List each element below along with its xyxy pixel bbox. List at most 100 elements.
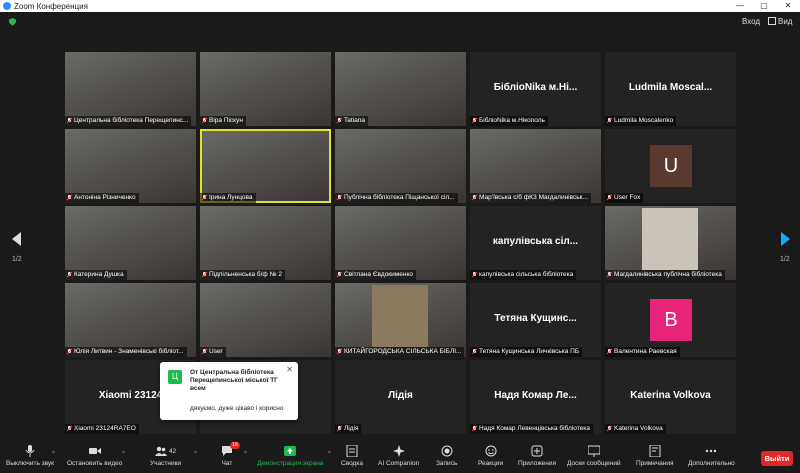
- more-button[interactable]: Дополнительно: [688, 445, 735, 467]
- close-notification-icon[interactable]: ✕: [286, 365, 293, 374]
- chat-label: Чат: [221, 460, 233, 467]
- participant-tile[interactable]: Мар'ївська с/б фКЗ Магдалинівськ...: [470, 129, 601, 203]
- participant-nameplate: Xiaomi 23124RA7EO: [65, 424, 139, 434]
- microphone-icon: [25, 445, 35, 457]
- participant-nameplate: Ludmila Moscalenko: [605, 116, 677, 126]
- reactions-button[interactable]: Реакции: [478, 445, 503, 467]
- participant-tile[interactable]: Ірина Лунцова: [200, 129, 331, 203]
- apps-label: Приложения: [518, 460, 557, 467]
- participant-nameplate: Магдалинівська публічна бібліотека: [605, 270, 725, 280]
- stop-video-button[interactable]: Остановить видео: [67, 445, 122, 467]
- participant-tile[interactable]: Центральна бібліотека Перещепинс...: [65, 52, 196, 126]
- notes-button[interactable]: Примечания: [636, 445, 674, 467]
- prev-page-icon[interactable]: [12, 232, 22, 246]
- participant-tile[interactable]: БібліоNika м.Ні... БібліоNika м.Нікополь: [470, 52, 601, 126]
- close-icon[interactable]: ✕: [776, 0, 800, 12]
- view-button[interactable]: Вид: [768, 17, 792, 26]
- next-page-icon[interactable]: [780, 232, 790, 246]
- participant-tile[interactable]: КИТАЙГОРОДСЬКА СІЛЬСЬКА БІБЛІ...: [335, 283, 466, 357]
- participant-name: Tatiana: [344, 117, 365, 124]
- participants-options-chevron-icon[interactable]: ^: [194, 451, 197, 457]
- whiteboards-button[interactable]: Доски сообщений: [567, 445, 621, 467]
- share-screen-label: Демонстрация экрана: [257, 460, 324, 467]
- muted-microphone-icon: [67, 426, 72, 432]
- minimize-icon[interactable]: —: [728, 0, 752, 12]
- view-grid-icon: [768, 17, 776, 25]
- participant-tile[interactable]: Лідія Лідія: [335, 360, 466, 434]
- chat-unread-badge: 16: [230, 442, 241, 449]
- muted-microphone-icon: [67, 195, 72, 201]
- muted-microphone-icon: [472, 426, 477, 432]
- participant-tile[interactable]: Tatiana: [335, 52, 466, 126]
- muted-microphone-icon: [472, 272, 477, 278]
- sparkle-icon: [392, 445, 405, 457]
- participants-button[interactable]: 42 Участники: [150, 445, 181, 467]
- smiley-icon: [485, 445, 497, 457]
- participant-tile[interactable]: Тетяна Кущинс... Тетяна Кущинська Личківс…: [470, 283, 601, 357]
- participant-tile[interactable]: Магдалинівська публічна бібліотека: [605, 206, 736, 280]
- chat-options-chevron-icon[interactable]: ^: [244, 451, 247, 457]
- participant-tile[interactable]: B Валентина Раевская: [605, 283, 736, 357]
- participant-tile[interactable]: Катерина Душка: [65, 206, 196, 280]
- meeting-toolbar: Выключить звук ^ Остановить видео ^ 42 У…: [0, 442, 800, 473]
- signin-link[interactable]: Вход: [742, 17, 760, 26]
- participant-tile[interactable]: Юлія Литвин - Знаменівські бібліот...: [65, 283, 196, 357]
- participant-tile[interactable]: Публічна бібліотека Піщанської сіл...: [335, 129, 466, 203]
- participant-photo: [642, 208, 698, 270]
- apps-button[interactable]: Приложения: [518, 445, 556, 467]
- video-camera-icon: [88, 448, 101, 454]
- summary-button[interactable]: Сводка: [341, 445, 363, 467]
- participant-display-name: Тетяна Кущинс...: [494, 313, 577, 324]
- participant-name: капулівська сільська бібліотека: [479, 271, 574, 278]
- participant-name: Підпільненська б/ф № 2: [209, 271, 282, 278]
- participant-nameplate: КИТАЙГОРОДСЬКА СІЛЬСЬКА БІБЛІ...: [335, 347, 465, 357]
- participant-name: Xiaomi 23124RA7EO: [74, 425, 136, 432]
- participant-name: БібліоNika м.Нікополь: [479, 117, 545, 124]
- participant-tile[interactable]: Світлана Євдокименко: [335, 206, 466, 280]
- audio-options-chevron-icon[interactable]: ^: [52, 451, 55, 457]
- muted-microphone-icon: [202, 195, 207, 201]
- participant-tile[interactable]: Katerina Volkova Katerina Volkova: [605, 360, 736, 434]
- participant-tile[interactable]: Ludmila Moscal... Ludmila Moscalenko: [605, 52, 736, 126]
- video-options-chevron-icon[interactable]: ^: [122, 451, 125, 457]
- chat-notification[interactable]: Ц От Центральна бібліотека Перещепинсько…: [160, 362, 298, 420]
- share-options-chevron-icon[interactable]: ^: [328, 451, 331, 457]
- leave-button[interactable]: Выйти: [761, 451, 793, 466]
- participant-tile[interactable]: Віра Піскун: [200, 52, 331, 126]
- record-label: Запись: [436, 460, 458, 467]
- participant-tile[interactable]: U User Fox: [605, 129, 736, 203]
- ai-companion-button[interactable]: AI Companion: [378, 445, 419, 467]
- participant-display-name: Ludmila Moscal...: [628, 82, 713, 93]
- participant-tile[interactable]: капулівська сіл... капулівська сільська б…: [470, 206, 601, 280]
- mute-button[interactable]: Выключить звук: [6, 445, 54, 467]
- muted-microphone-icon: [337, 349, 342, 355]
- chat-button[interactable]: 16 Чат: [221, 442, 241, 467]
- participant-tile[interactable]: User: [200, 283, 331, 357]
- participant-tile[interactable]: Підпільненська б/ф № 2: [200, 206, 331, 280]
- participant-nameplate: капулівська сільська бібліотека: [470, 270, 577, 280]
- view-label: Вид: [778, 17, 793, 26]
- participant-tile[interactable]: Надя Комар Ле... Надя Комар Левенцівська …: [470, 360, 601, 434]
- maximize-icon[interactable]: ▢: [752, 0, 776, 12]
- participant-nameplate: Валентина Раевская: [605, 347, 680, 357]
- participant-display-name: Надя Комар Ле...: [494, 390, 577, 401]
- participants-icon: [154, 446, 167, 456]
- participants-label: Участники: [150, 460, 182, 467]
- summary-label: Сводка: [341, 460, 363, 467]
- zoom-logo-icon: [3, 2, 11, 10]
- participant-nameplate: Лідія: [335, 424, 362, 434]
- muted-microphone-icon: [67, 349, 72, 355]
- share-screen-button[interactable]: Демонстрация экрана: [257, 445, 323, 467]
- participant-nameplate: Katerina Volkova: [605, 424, 666, 434]
- muted-microphone-icon: [337, 195, 342, 201]
- participant-nameplate: Антоніна Різниченко: [65, 193, 139, 203]
- notes-icon: [649, 445, 661, 457]
- security-shield-icon[interactable]: [9, 18, 16, 26]
- participant-tile[interactable]: Антоніна Різниченко: [65, 129, 196, 203]
- participant-name: Світлана Євдокименко: [344, 271, 413, 278]
- participant-name: КИТАЙГОРОДСЬКА СІЛЬСЬКА БІБЛІ...: [344, 348, 462, 355]
- record-button[interactable]: Запись: [436, 445, 457, 467]
- muted-microphone-icon: [202, 272, 207, 278]
- participant-name: Ludmila Moscalenko: [614, 117, 674, 124]
- participant-display-name: Лідія: [388, 390, 413, 401]
